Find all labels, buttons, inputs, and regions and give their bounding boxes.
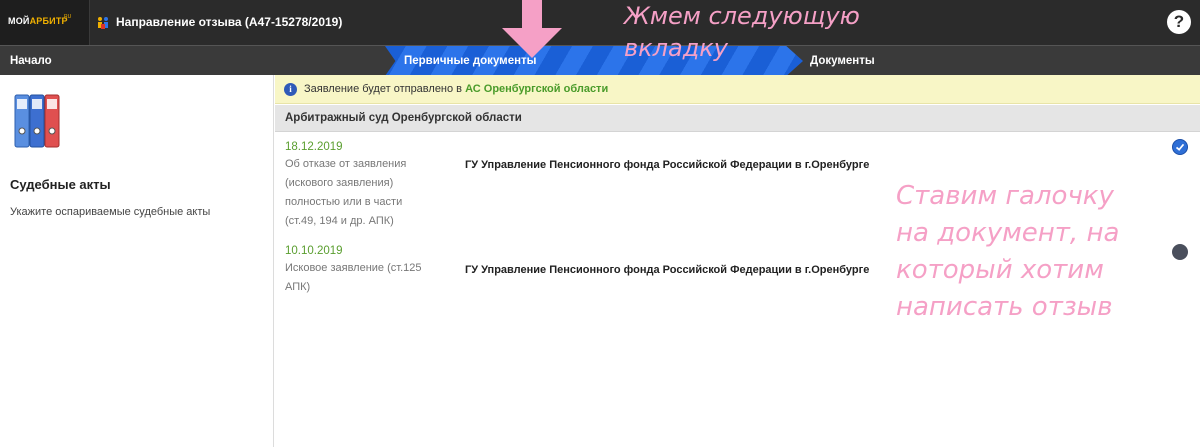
document-date: 18.12.2019 [285,141,343,153]
document-description: Исковое заявление (ст.125 АПК) [285,262,422,293]
page-title: Направление отзыва (А47-15278/2019) [116,15,343,29]
annotation-check-document: Ставим галочку на документ, на который х… [896,181,1120,322]
down-arrow-icon [502,0,562,58]
sidebar: Судебные акты Укажите оспариваемые судеб… [0,75,274,447]
annotation-next-tab: Жмем следующую вкладку [624,2,860,62]
info-text: Заявление будет отправлено в АС Оренбург… [304,83,609,95]
court-header: Арбитражный суд Оренбургской области [275,105,1200,132]
info-icon: i [284,83,297,96]
sidebar-title: Судебные акты [10,177,111,192]
document-party: ГУ Управление Пенсионного фонда Российск… [465,159,870,171]
sidebar-subtitle: Укажите оспариваемые судебные акты [10,206,211,218]
checkbox-checked-icon[interactable] [1172,139,1188,155]
help-button[interactable]: ? [1167,10,1191,34]
document-row-1[interactable]: 18.12.2019 Об отказе от заявления (исков… [285,141,435,231]
top-bar: МОЙАРБИТР RU Направление отзыва (А47-152… [0,0,1200,45]
info-banner: i Заявление будет отправлено в АС Оренбу… [275,75,1200,104]
steps-bar: Начало Первичные документы Документы [0,45,1200,76]
step-start[interactable]: Начало [10,46,52,76]
people-icon [98,17,108,29]
document-date: 10.10.2019 [285,245,343,257]
document-row-2[interactable]: 10.10.2019 Исковое заявление (ст.125 АПК… [285,245,435,297]
binders-icon [14,94,60,148]
logo-suffix: RU [64,14,72,20]
document-description: Об отказе от заявления (искового заявлен… [285,158,407,227]
court-name: Арбитражный суд Оренбургской области [285,112,522,124]
document-party: ГУ Управление Пенсионного фонда Российск… [465,264,870,276]
logo[interactable]: МОЙАРБИТР RU [0,0,90,45]
logo-text: МОЙАРБИТР [8,16,68,26]
page: МОЙАРБИТР RU Направление отзыва (А47-152… [0,0,1200,447]
